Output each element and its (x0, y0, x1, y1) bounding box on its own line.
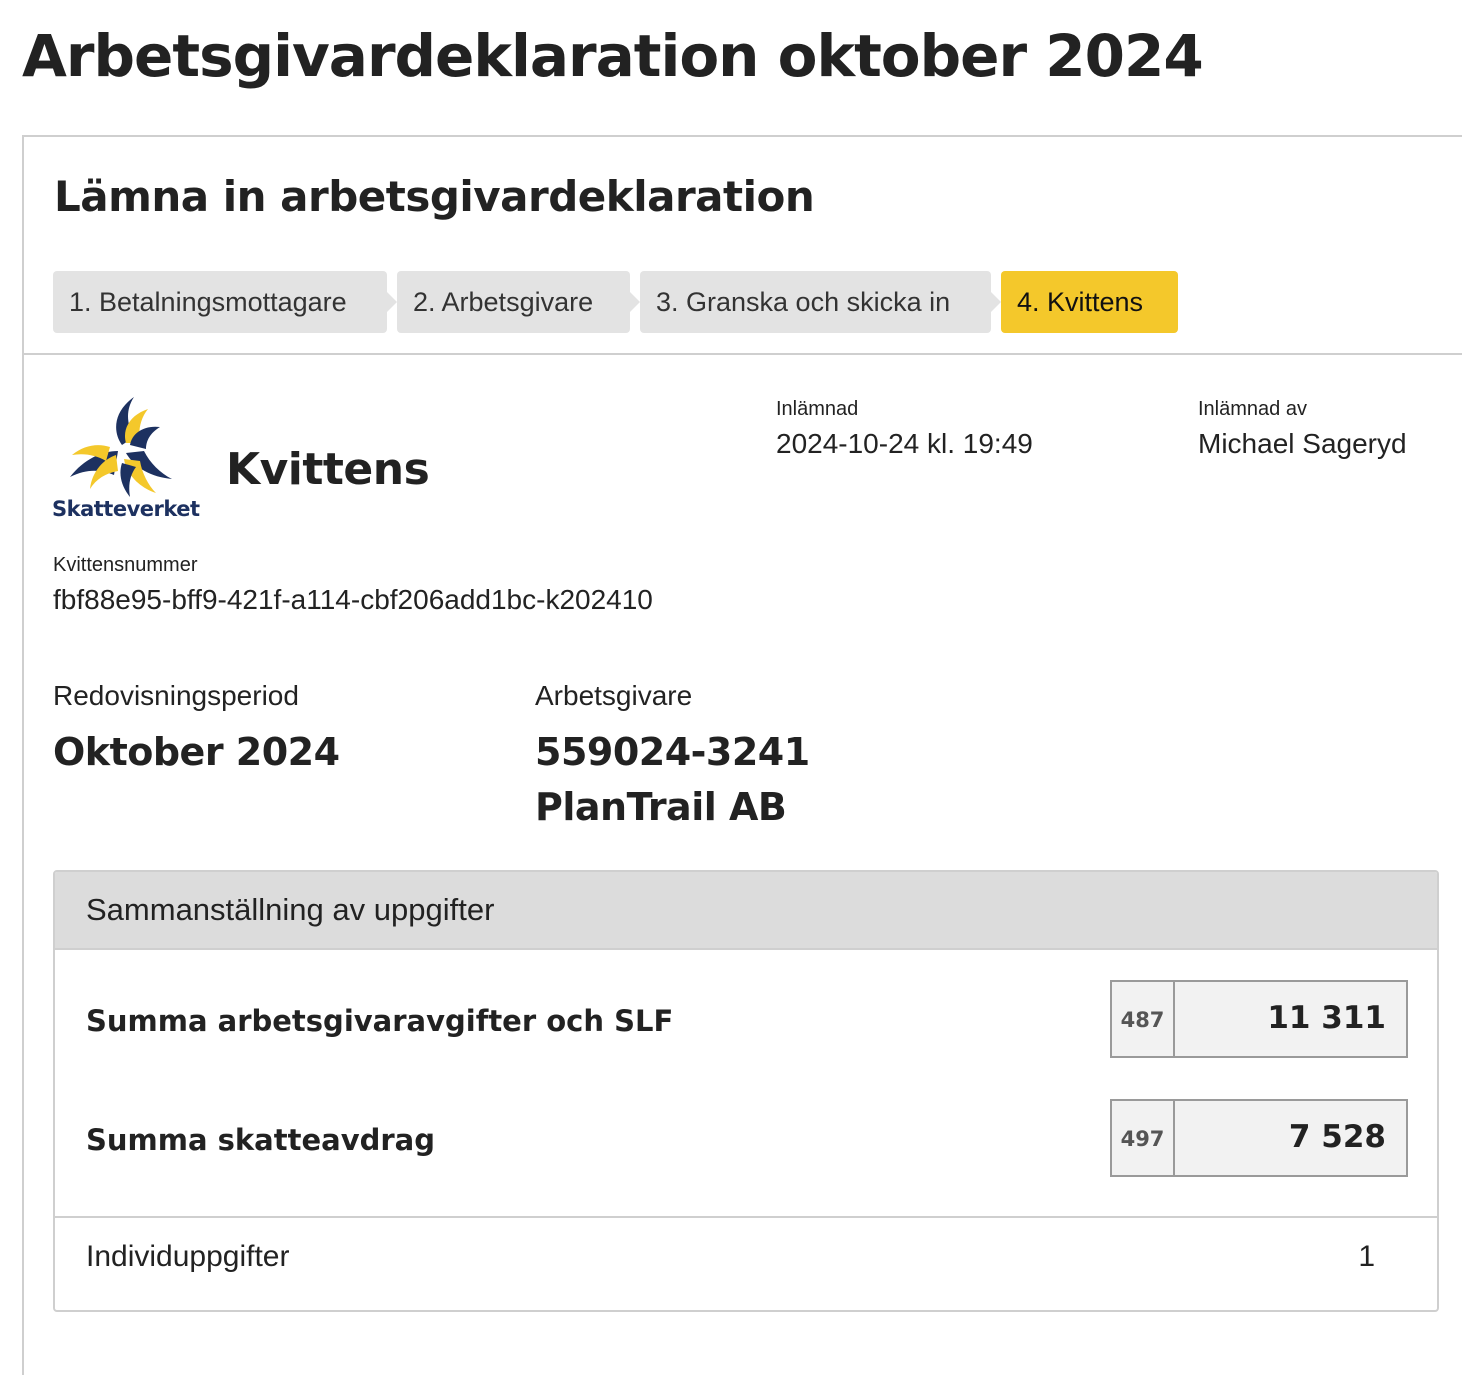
section-divider (24, 353, 1462, 355)
submitted-value: 2024-10-24 kl. 19:49 (776, 428, 1033, 459)
step-arrow-icon (630, 292, 640, 312)
summary-title: Sammanställning av uppgifter (86, 892, 495, 927)
field-value: 11 311 (1267, 1000, 1386, 1036)
step-arbetsgivare[interactable]: 2. Arbetsgivare (397, 271, 640, 333)
step-label: 3. Granska och skicka in (656, 287, 951, 317)
page-title: Arbetsgivardeklaration oktober 2024 (22, 22, 1204, 90)
skatteverket-logo: Skatteverket (50, 393, 200, 523)
summary-header: Sammanställning av uppgifter (55, 872, 1437, 950)
step-label: 1. Betalningsmottagare (69, 287, 347, 317)
skatteverket-emblem-icon (70, 397, 172, 497)
employer-org-number: 559024-3241 (535, 730, 810, 774)
employer-label: Arbetsgivare (535, 680, 693, 711)
receipt-heading: Kvittens (226, 444, 430, 495)
submitted-label: Inlämnad (776, 398, 859, 420)
step-kvittens-active[interactable]: 4. Kvittens (1001, 271, 1178, 333)
individual-value: 1 (1358, 1240, 1375, 1273)
summary-panel: Sammanställning av uppgifter Summa arbet… (53, 870, 1439, 1312)
step-arrow-icon (387, 292, 397, 312)
step-granska[interactable]: 3. Granska och skicka in (640, 271, 1001, 333)
employer-name: PlanTrail AB (535, 785, 787, 829)
summary-divider (55, 1216, 1437, 1218)
submitted-by-label: Inlämnad av (1198, 398, 1307, 420)
summary-row-label: Summa arbetsgivaravgifter och SLF (86, 1004, 674, 1038)
logo-text: Skatteverket (52, 497, 200, 521)
step-label: 2. Arbetsgivare (413, 287, 594, 317)
receipt-number-value: fbf88e95-bff9-421f-a114-cbf206add1bc-k20… (53, 584, 653, 615)
period-label: Redovisningsperiod (53, 680, 299, 711)
field-value: 7 528 (1288, 1119, 1386, 1155)
individual-label: Individuppgifter (86, 1240, 290, 1273)
step-betalningsmottagare[interactable]: 1. Betalningsmottagare (53, 271, 397, 333)
step-arrow-icon (991, 292, 1001, 312)
summary-field-497: 497 7 528 (1110, 1099, 1408, 1177)
submitted-by-value: Michael Sageryd (1198, 428, 1407, 459)
receipt-number-label: Kvittensnummer (53, 554, 198, 576)
summary-row-label: Summa skatteavdrag (86, 1123, 436, 1157)
summary-field-487: 487 11 311 (1110, 980, 1408, 1058)
card-title: Lämna in arbetsgivardeklaration (54, 172, 815, 221)
field-code: 487 (1112, 982, 1175, 1056)
field-code: 497 (1112, 1101, 1175, 1175)
period-value: Oktober 2024 (53, 730, 340, 774)
step-label: 4. Kvittens (1017, 287, 1144, 317)
